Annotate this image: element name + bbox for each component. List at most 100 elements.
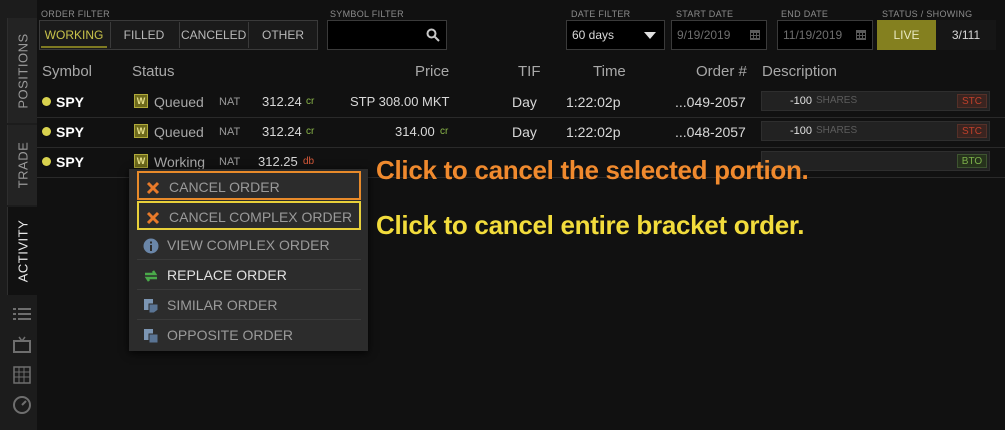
row-status: Queued <box>154 94 204 110</box>
x-icon <box>146 211 160 225</box>
header-status[interactable]: Status <box>132 63 175 80</box>
row-status: Queued <box>154 124 204 140</box>
divider <box>179 22 180 48</box>
filter-filled-button[interactable]: FILLED <box>112 22 176 48</box>
tab-activity[interactable]: ACTIVITY <box>7 207 38 295</box>
row-order-number: ...049-2057 <box>675 94 746 110</box>
symbol-filter-label: SYMBOL FILTER <box>330 9 404 19</box>
row-tif: Day <box>512 124 537 140</box>
header-price[interactable]: Price <box>415 63 449 80</box>
row-description: -100 SHARES STC <box>761 121 990 141</box>
similar-order-icon <box>144 299 159 314</box>
start-date-label: START DATE <box>676 9 734 19</box>
tab-activity-label: ACTIVITY <box>15 219 31 283</box>
end-date-value: 11/19/2019 <box>783 28 843 42</box>
tv-icon[interactable] <box>12 335 32 355</box>
divider <box>110 22 111 48</box>
row-symbol: SPY <box>56 94 85 110</box>
date-filter-label: DATE FILTER <box>571 9 631 19</box>
tab-trade-label: TRADE <box>15 141 31 189</box>
filter-other-button[interactable]: OTHER <box>250 22 316 48</box>
row-shares: SHARES <box>816 125 858 136</box>
row-description: -100 SHARES STC <box>761 91 990 111</box>
row-mark: 312.24 <box>262 94 302 109</box>
filter-working-button[interactable]: WORKING <box>41 22 107 48</box>
filter-canceled-button[interactable]: CANCELED <box>181 22 246 48</box>
tab-positions-label: POSITIONS <box>15 32 31 109</box>
header-order-number[interactable]: Order # <box>696 63 747 80</box>
x-icon <box>146 181 160 195</box>
menu-item-label: CANCEL COMPLEX ORDER <box>169 209 353 225</box>
start-date-field[interactable]: 9/19/2019 <box>671 20 767 50</box>
gauge-icon[interactable] <box>12 395 32 415</box>
row-price: STP 308.00 MKT <box>350 94 450 109</box>
info-icon <box>143 238 159 254</box>
sidebar: POSITIONS TRADE ACTIVITY <box>0 0 38 430</box>
opposite-order-icon <box>144 329 159 344</box>
header-tif[interactable]: TIF <box>518 63 541 80</box>
working-order-icon: W <box>134 124 148 138</box>
row-mark-sub: cr <box>306 96 315 107</box>
date-filter-select[interactable]: 60 days <box>566 20 665 50</box>
order-filter-group: WORKING FILLED CANCELED OTHER <box>39 20 318 50</box>
date-filter-value: 60 days <box>572 28 615 42</box>
replace-arrows-icon <box>144 270 158 282</box>
status-dot <box>42 157 51 166</box>
row-tag: STC <box>957 94 987 108</box>
start-date-value: 9/19/2019 <box>677 28 731 42</box>
working-order-icon: W <box>134 94 148 108</box>
row-qty: -100 <box>789 95 812 107</box>
status-dot <box>42 127 51 136</box>
row-tif: Day <box>512 94 537 110</box>
row-time: 1:22:02p <box>566 124 621 140</box>
menu-item-label: OPPOSITE ORDER <box>167 327 294 343</box>
row-symbol: SPY <box>56 154 85 170</box>
calendar-icon[interactable] <box>750 30 760 40</box>
similar-order-menu-item[interactable]: SIMILAR ORDER <box>137 291 361 320</box>
opposite-order-menu-item[interactable]: OPPOSITE ORDER <box>137 321 361 350</box>
end-date-field[interactable]: 11/19/2019 <box>777 20 873 50</box>
end-date-label: END DATE <box>781 9 829 19</box>
live-status-button[interactable]: LIVE <box>877 20 936 50</box>
menu-item-label: VIEW COMPLEX ORDER <box>167 237 330 253</box>
tab-positions[interactable]: POSITIONS <box>7 18 38 123</box>
row-tag: BTO <box>957 154 987 168</box>
row-price-sub: cr <box>440 126 449 137</box>
header-time[interactable]: Time <box>593 63 626 80</box>
chevron-down-icon <box>644 32 656 39</box>
status-dot <box>42 97 51 106</box>
showing-count: 3/111 <box>936 20 996 50</box>
row-order-number: ...048-2057 <box>675 124 746 140</box>
row-nat: NAT <box>219 126 241 138</box>
annotation-cancel-selected: Click to cancel the selected portion. <box>376 155 809 185</box>
symbol-filter-input[interactable] <box>327 20 447 50</box>
search-icon[interactable] <box>426 28 440 42</box>
order-context-menu: CANCEL ORDER CANCEL COMPLEX ORDER VIEW C… <box>129 169 368 351</box>
row-mark: 312.24 <box>262 124 302 139</box>
row-qty: -100 <box>789 125 812 137</box>
order-filter-label: ORDER FILTER <box>41 9 110 19</box>
table-row[interactable]: SPY W Queued NAT 312.24 cr 314.00 cr Day… <box>37 117 1005 147</box>
replace-order-menu-item[interactable]: REPLACE ORDER <box>137 261 361 290</box>
row-shares: SHARES <box>816 95 858 106</box>
working-order-icon: W <box>134 154 148 168</box>
tab-trade[interactable]: TRADE <box>7 125 38 205</box>
table-row[interactable]: SPY W Queued NAT 312.24 cr STP 308.00 MK… <box>37 87 1005 117</box>
menu-item-label: SIMILAR ORDER <box>167 297 278 313</box>
status-showing-label: STATUS / SHOWING <box>882 9 973 19</box>
cancel-complex-order-menu-item[interactable]: CANCEL COMPLEX ORDER <box>137 201 361 230</box>
divider <box>248 22 249 48</box>
menu-item-label: CANCEL ORDER <box>169 179 280 195</box>
calendar-icon[interactable] <box>856 30 866 40</box>
row-nat: NAT <box>219 96 241 108</box>
row-mark-sub: cr <box>306 126 315 137</box>
grid-icon[interactable] <box>12 365 32 385</box>
header-symbol[interactable]: Symbol <box>42 63 92 80</box>
header-description[interactable]: Description <box>762 63 837 80</box>
list-icon[interactable] <box>12 305 32 325</box>
row-tag: STC <box>957 124 987 138</box>
cancel-order-menu-item[interactable]: CANCEL ORDER <box>137 171 361 200</box>
view-complex-order-menu-item[interactable]: VIEW COMPLEX ORDER <box>137 231 361 260</box>
row-time: 1:22:02p <box>566 94 621 110</box>
menu-item-label: REPLACE ORDER <box>167 267 287 283</box>
